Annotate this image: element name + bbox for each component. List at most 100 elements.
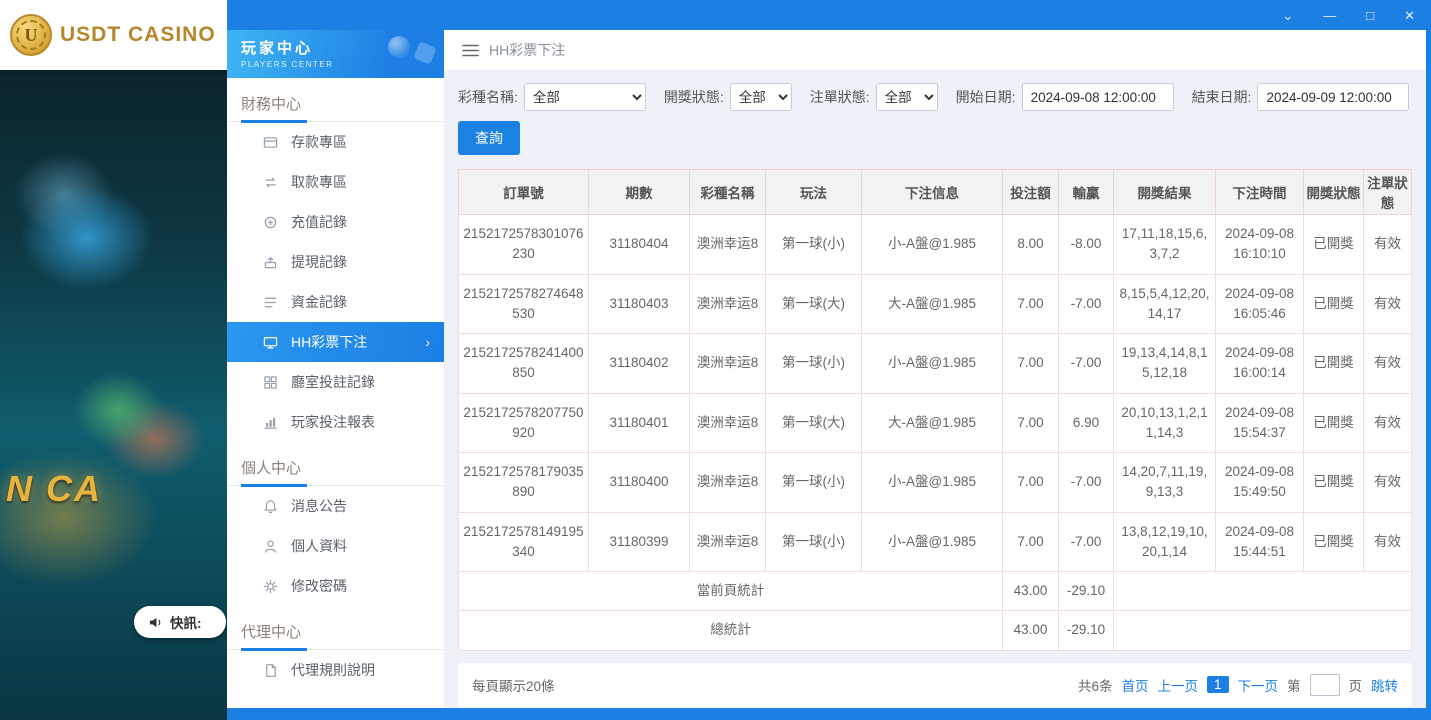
- summary-winloss: -29.10: [1059, 572, 1114, 611]
- cell-order-status: 有效: [1364, 512, 1412, 572]
- total-summary-row: 總統計 43.00 -29.10: [459, 611, 1412, 650]
- window-close-icon[interactable]: ✕: [1404, 9, 1415, 22]
- table-row: 2152172578301076230 31180404 澳洲幸运8 第一球(小…: [459, 215, 1412, 275]
- cell-winloss: -7.00: [1059, 512, 1114, 572]
- prev-page-link[interactable]: 上一页: [1157, 675, 1198, 695]
- page-title: HH彩票下注: [489, 40, 565, 60]
- cell-result: 19,13,4,14,8,15,12,18: [1114, 334, 1216, 394]
- end-date-input[interactable]: [1257, 83, 1409, 111]
- cell-winloss: -7.00: [1059, 334, 1114, 394]
- sidebar-item-deposit[interactable]: 存款專區: [227, 122, 444, 162]
- end-date-label: 結束日期:: [1192, 87, 1252, 107]
- col-lottery: 彩種名稱: [690, 170, 766, 215]
- cell-period: 31180400: [589, 453, 690, 513]
- window-maximize-icon[interactable]: □: [1366, 9, 1374, 22]
- search-button[interactable]: 查詢: [458, 121, 520, 155]
- jump-prefix-label: 第: [1287, 675, 1301, 695]
- cell-bet-time: 2024-09-08 15:44:51: [1216, 512, 1304, 572]
- next-page-link[interactable]: 下一页: [1238, 675, 1279, 695]
- cell-draw-status: 已開獎: [1304, 274, 1364, 334]
- window-minimize-icon[interactable]: —: [1323, 9, 1336, 22]
- cell-order-status: 有效: [1364, 393, 1412, 453]
- jump-page-input[interactable]: [1310, 674, 1340, 696]
- cell-draw-status: 已開獎: [1304, 334, 1364, 394]
- hamburger-menu-icon[interactable]: [462, 43, 479, 58]
- section-title-finance: 財務中心: [227, 78, 444, 121]
- section-title-personal: 個人中心: [227, 442, 444, 485]
- cell-period: 31180403: [589, 274, 690, 334]
- lottery-filter-select[interactable]: 全部: [524, 83, 646, 111]
- window-dropdown-icon[interactable]: ⌄: [1282, 9, 1293, 22]
- sidebar-item-recharge-record[interactable]: 充值記錄: [227, 202, 444, 242]
- coin-icon: U: [10, 14, 52, 56]
- gear-icon: [263, 579, 278, 594]
- artwork-gold-text: N CA: [6, 468, 102, 510]
- sidebar-item-label: 取款專區: [291, 172, 347, 192]
- table-row: 2152172578179035890 31180400 澳洲幸运8 第一球(小…: [459, 453, 1412, 513]
- sidebar-item-label: 玩家投注報表: [291, 412, 375, 432]
- sidebar-item-room-bet-record[interactable]: 廳室投註記錄: [227, 362, 444, 402]
- cell-amount: 7.00: [1003, 274, 1059, 334]
- cell-order-id: 2152172578207750920: [459, 393, 589, 453]
- window-titlebar: ⌄ — □ ✕: [227, 0, 1431, 30]
- sidebar-item-withdraw-record[interactable]: 提現記錄: [227, 242, 444, 282]
- cell-amount: 8.00: [1003, 215, 1059, 275]
- start-date-input[interactable]: [1022, 83, 1174, 111]
- sidebar-item-fund-record[interactable]: 資金記錄: [227, 282, 444, 322]
- sidebar-item-label: HH彩票下注: [291, 332, 367, 352]
- cell-bet-time: 2024-09-08 15:54:37: [1216, 393, 1304, 453]
- sidebar-item-label: 修改密碼: [291, 576, 347, 596]
- cell-play: 第一球(大): [766, 393, 862, 453]
- current-page[interactable]: 1: [1207, 676, 1229, 693]
- cell-bet-info: 大-A盤@1.985: [862, 393, 1003, 453]
- cell-period: 31180402: [589, 334, 690, 394]
- bets-table: 訂單號 期數 彩種名稱 玩法 下注信息 投注額 輸贏 開獎結果 下注時間 開: [458, 169, 1412, 651]
- cell-bet-time: 2024-09-08 16:10:10: [1216, 215, 1304, 275]
- cell-lottery: 澳洲幸运8: [690, 453, 766, 513]
- page-summary-row: 當前頁統計 43.00 -29.10: [459, 572, 1412, 611]
- cell-amount: 7.00: [1003, 512, 1059, 572]
- cell-result: 17,11,18,15,6,3,7,2: [1114, 215, 1216, 275]
- table-row: 2152172578274648530 31180403 澳洲幸运8 第一球(大…: [459, 274, 1412, 334]
- sidebar-item-withdraw[interactable]: 取款專區: [227, 162, 444, 202]
- draw-status-filter-select[interactable]: 全部: [730, 83, 792, 111]
- col-winloss: 輸贏: [1059, 170, 1114, 215]
- cell-amount: 7.00: [1003, 453, 1059, 513]
- sidebar: 玩家中心 PLAYERS CENTER 財務中心 存款專區 取款專區: [227, 30, 444, 708]
- sidebar-item-player-bet-report[interactable]: 玩家投注報表: [227, 402, 444, 442]
- cell-period: 31180404: [589, 215, 690, 275]
- app-window: ⌄ — □ ✕ 玩家中心 PLAYERS CENTER 財務中心 存款專區: [227, 0, 1431, 720]
- sidebar-item-hh-lottery-bets[interactable]: HH彩票下注 ›: [227, 322, 444, 362]
- sidebar-item-label: 存款專區: [291, 132, 347, 152]
- cell-draw-status: 已開獎: [1304, 215, 1364, 275]
- cell-bet-time: 2024-09-08 16:05:46: [1216, 274, 1304, 334]
- grid-icon: [263, 375, 278, 390]
- jump-button[interactable]: 跳转: [1371, 675, 1398, 695]
- cell-period: 31180401: [589, 393, 690, 453]
- bell-icon: [263, 499, 278, 514]
- sidebar-item-announcements[interactable]: 消息公告: [227, 486, 444, 526]
- table-row: 2152172578241400850 31180402 澳洲幸运8 第一球(小…: [459, 334, 1412, 394]
- main-area: HH彩票下注 彩種名稱: 全部 開獎狀態: 全部 注單狀: [444, 30, 1426, 708]
- summary-empty: [1114, 572, 1412, 611]
- first-page-link[interactable]: 首页: [1121, 675, 1148, 695]
- filter-bar: 彩種名稱: 全部 開獎狀態: 全部 注單狀態: 全部: [458, 83, 1412, 111]
- sidebar-item-agent-rules[interactable]: 代理規則說明: [227, 650, 444, 690]
- summary-winloss: -29.10: [1059, 611, 1114, 650]
- cell-draw-status: 已開獎: [1304, 512, 1364, 572]
- sidebar-item-change-password[interactable]: 修改密碼: [227, 566, 444, 606]
- sidebar-header-subtitle: PLAYERS CENTER: [241, 60, 430, 69]
- ledger-icon: [263, 295, 278, 310]
- cell-lottery: 澳洲幸运8: [690, 512, 766, 572]
- cell-lottery: 澳洲幸运8: [690, 215, 766, 275]
- sidebar-header: 玩家中心 PLAYERS CENTER: [227, 30, 444, 78]
- summary-amount: 43.00: [1003, 611, 1059, 650]
- order-status-filter-select[interactable]: 全部: [876, 83, 938, 111]
- summary-empty: [1114, 611, 1412, 650]
- summary-label: 總統計: [459, 611, 1003, 650]
- total-count: 共6条: [1078, 675, 1113, 695]
- news-ticker-button[interactable]: 快訊:: [134, 606, 226, 638]
- cell-lottery: 澳洲幸运8: [690, 334, 766, 394]
- sidebar-item-profile[interactable]: 個人資料: [227, 526, 444, 566]
- cell-amount: 7.00: [1003, 393, 1059, 453]
